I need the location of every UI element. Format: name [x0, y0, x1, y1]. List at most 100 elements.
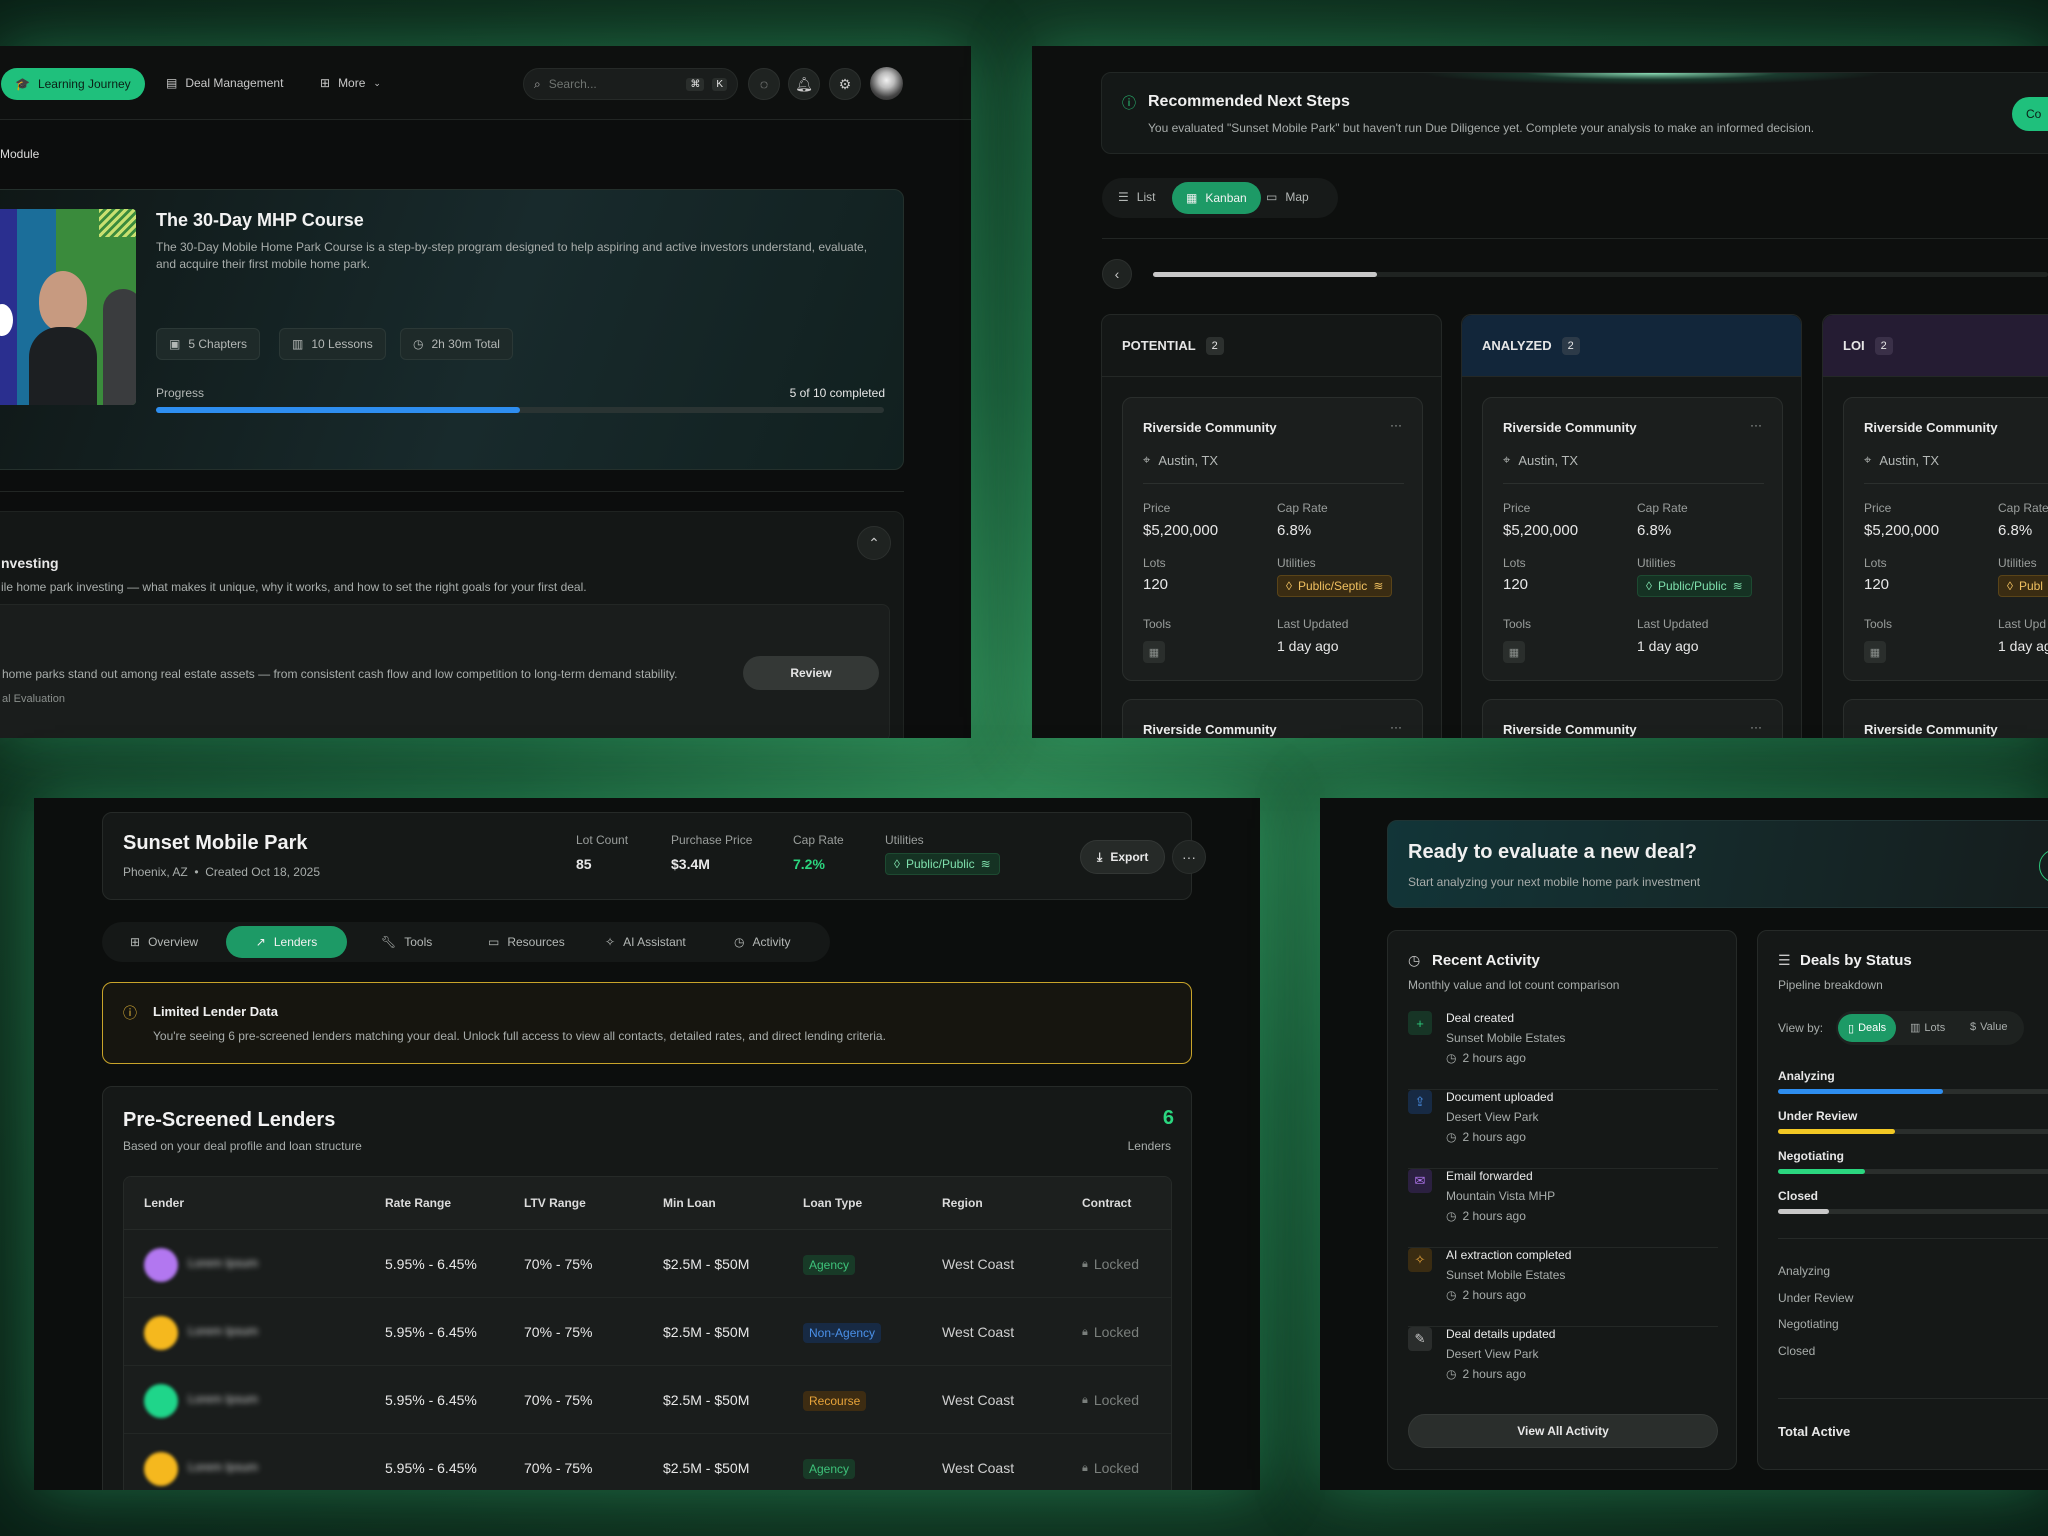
status-bar-fill — [1778, 1129, 1895, 1134]
rate-range: 5.95% - 6.45% — [385, 1460, 477, 1476]
lots-value: 120 — [1143, 576, 1169, 593]
deal-card[interactable]: Riverside Community ··· — [1482, 699, 1783, 738]
activity-item[interactable]: ✉ Email forwarded Mountain Vista MHP ◷ 2 … — [1408, 1169, 1718, 1248]
last-updated-label: Last Updated — [1277, 617, 1349, 631]
lender-name: Lorem Ipsum — [188, 1256, 259, 1270]
course-card[interactable]: The 30-Day MHP Course The 30-Day Mobile … — [0, 189, 904, 470]
nav-deal-management[interactable]: ▤ Deal Management — [166, 76, 283, 90]
more-horizontal-icon[interactable]: ··· — [1750, 720, 1762, 734]
tab-resources[interactable]: ▭ Resources — [488, 935, 565, 949]
tab-overview[interactable]: ⊞ Overview — [130, 935, 198, 949]
activity-title: Email forwarded — [1446, 1169, 1533, 1183]
last-updated-value: 1 day ago — [1277, 638, 1339, 654]
view-list[interactable]: ☰ List — [1118, 190, 1155, 204]
toggle-deals[interactable]: ▯ Deals — [1838, 1014, 1897, 1042]
deal-card-name: Riverside Community — [1864, 420, 1998, 435]
column-count: 2 — [1205, 336, 1224, 355]
lesson-card[interactable]: home parks stand out among real estate a… — [0, 604, 890, 738]
bar-chart-icon: ▥ — [1910, 1022, 1921, 1034]
column-header-ltv-range[interactable]: LTV Range — [524, 1196, 586, 1210]
collapse-button[interactable]: ⌃ — [857, 526, 891, 560]
export-button[interactable]: ⤓ Export — [1080, 840, 1166, 874]
deal-card-name: Riverside Community — [1503, 420, 1637, 435]
deal-card[interactable]: Riverside Community ···⌖Austin, TX Price… — [1122, 397, 1423, 681]
min-loan: $2.5M - $50M — [663, 1392, 750, 1408]
folder-icon: ▭ — [488, 935, 500, 949]
table-row[interactable]: Lorem Ipsum 5.95% - 6.45% 70% - 75% $2.5… — [124, 1230, 1171, 1298]
activity-item[interactable]: ✎ Deal details updated Desert View Park … — [1408, 1327, 1718, 1406]
column-header-rate-range[interactable]: Rate Range — [385, 1196, 451, 1210]
view-kanban[interactable]: ▦ Kanban — [1172, 182, 1261, 214]
divider — [1778, 1238, 2048, 1239]
loan-type-badge: Agency — [803, 1459, 856, 1479]
calculator-icon[interactable]: ▦ — [1503, 641, 1525, 663]
cap-rate-label: Cap Rate — [1637, 501, 1688, 515]
tab-activity[interactable]: ◷ Activity — [734, 935, 791, 949]
table-row[interactable]: Lorem Ipsum 5.95% - 6.45% 70% - 75% $2.5… — [124, 1366, 1171, 1434]
lender-avatar — [144, 1248, 178, 1282]
toggle-value[interactable]: $ Value — [1970, 1021, 2007, 1033]
horizontal-scrollbar[interactable] — [1153, 272, 2048, 277]
course-description: The 30-Day Mobile Home Park Course is a … — [156, 240, 868, 271]
activity-item[interactable]: ⇪ Document uploaded Desert View Park ◷ 2 … — [1408, 1090, 1718, 1169]
view-all-activity-button[interactable]: View All Activity — [1408, 1414, 1718, 1448]
tab-ai-assistant[interactable]: ✧ AI Assistant — [605, 935, 686, 949]
activity-title: Deal details updated — [1446, 1327, 1556, 1341]
more-horizontal-icon[interactable]: ··· — [1390, 720, 1402, 734]
table-row[interactable]: Lorem Ipsum 5.95% - 6.45% 70% - 75% $2.5… — [124, 1434, 1171, 1490]
settings-button[interactable]: ⚙ — [829, 68, 861, 100]
kanban-column-loi: LOI 2 Riverside Community ···⌖Austin, TX… — [1822, 314, 2048, 738]
deal-card[interactable]: Riverside Community ···⌖Austin, TX Price… — [1482, 397, 1783, 681]
progress-label: Progress — [156, 386, 205, 400]
toggle-lots[interactable]: ▥ Lots — [1910, 1021, 1945, 1035]
table-row[interactable]: Lorem Ipsum 5.95% - 6.45% 70% - 75% $2.5… — [124, 1298, 1171, 1366]
scrollbar-thumb[interactable] — [1153, 272, 1377, 277]
column-header-region[interactable]: Region — [942, 1196, 983, 1210]
view-map[interactable]: ▭ Map — [1266, 190, 1309, 204]
lots-label: Lots — [1143, 556, 1166, 570]
wave-icon: ≋ — [980, 857, 991, 871]
calculator-icon[interactable]: ▦ — [1143, 641, 1165, 663]
price-value: $5,200,000 — [1503, 522, 1579, 539]
scroll-left-button[interactable]: ‹ — [1102, 259, 1132, 289]
activity-time: ◷ 2 hours ago — [1446, 1209, 1526, 1223]
deal-card-name: Riverside Community — [1864, 722, 1998, 737]
shortcut-key-k: K — [712, 77, 727, 91]
activity-list: + Deal created Sunset Mobile Estates ◷ 2 … — [1408, 1011, 1718, 1406]
min-loan: $2.5M - $50M — [663, 1256, 750, 1272]
search-input[interactable]: ⌕ Search... ⌘ K — [523, 68, 738, 100]
more-options-button[interactable]: ··· — [1172, 840, 1206, 874]
activity-item[interactable]: ✧ AI extraction completed Sunset Mobile … — [1408, 1248, 1718, 1327]
column-header-min-loan[interactable]: Min Loan — [663, 1196, 716, 1210]
column-header-contract[interactable]: Contract — [1082, 1196, 1131, 1210]
tab-lenders[interactable]: ↗ Lenders — [226, 926, 347, 958]
limited-data-alert: ⓘ Limited Lender Data You're seeing 6 pr… — [102, 982, 1192, 1064]
module-section-card: ⌃ nvesting ile home park investing — wha… — [0, 511, 904, 738]
deal-card-location: ⌖ Austin, TX — [1503, 452, 1579, 468]
status-bar-track — [1778, 1129, 2048, 1134]
deal-card[interactable]: Riverside Community ···⌖Austin, TX Price… — [1843, 397, 2048, 681]
deal-card[interactable]: Riverside Community ··· — [1122, 699, 1423, 738]
continue-button[interactable]: Co — [2012, 97, 2048, 131]
status-legend: Analyzing Under Review Negotiating Closed — [1778, 1264, 2048, 1370]
column-header-lender[interactable]: Lender — [144, 1196, 184, 1210]
deal-card[interactable]: Riverside Community ··· — [1843, 699, 2048, 738]
activity-subtitle: Mountain Vista MHP — [1446, 1189, 1556, 1203]
notifications-button[interactable]: 🔔︎ — [788, 68, 820, 100]
avatar[interactable] — [870, 67, 903, 100]
review-button[interactable]: Review — [743, 656, 879, 690]
more-horizontal-icon[interactable]: ··· — [1750, 418, 1762, 432]
download-icon: ⤓ — [1097, 849, 1103, 864]
column-header-loan-type[interactable]: Loan Type — [803, 1196, 862, 1210]
activity-item[interactable]: + Deal created Sunset Mobile Estates ◷ 2 … — [1408, 1011, 1718, 1090]
tab-tools[interactable]: 🔧︎ Tools — [381, 935, 432, 949]
gear-icon: ⚙ — [838, 75, 852, 92]
activity-icon: ✉ — [1408, 1169, 1432, 1193]
column-count: 2 — [1561, 336, 1580, 355]
start-analysis-button[interactable] — [2039, 849, 2048, 883]
chat-button[interactable]: ◌ — [748, 68, 780, 100]
nav-more[interactable]: ⊞ More ⌄ — [320, 76, 381, 90]
more-horizontal-icon[interactable]: ··· — [1390, 418, 1402, 432]
nav-learning-journey[interactable]: 🎓 Learning Journey — [1, 68, 145, 100]
calculator-icon[interactable]: ▦ — [1864, 641, 1886, 663]
